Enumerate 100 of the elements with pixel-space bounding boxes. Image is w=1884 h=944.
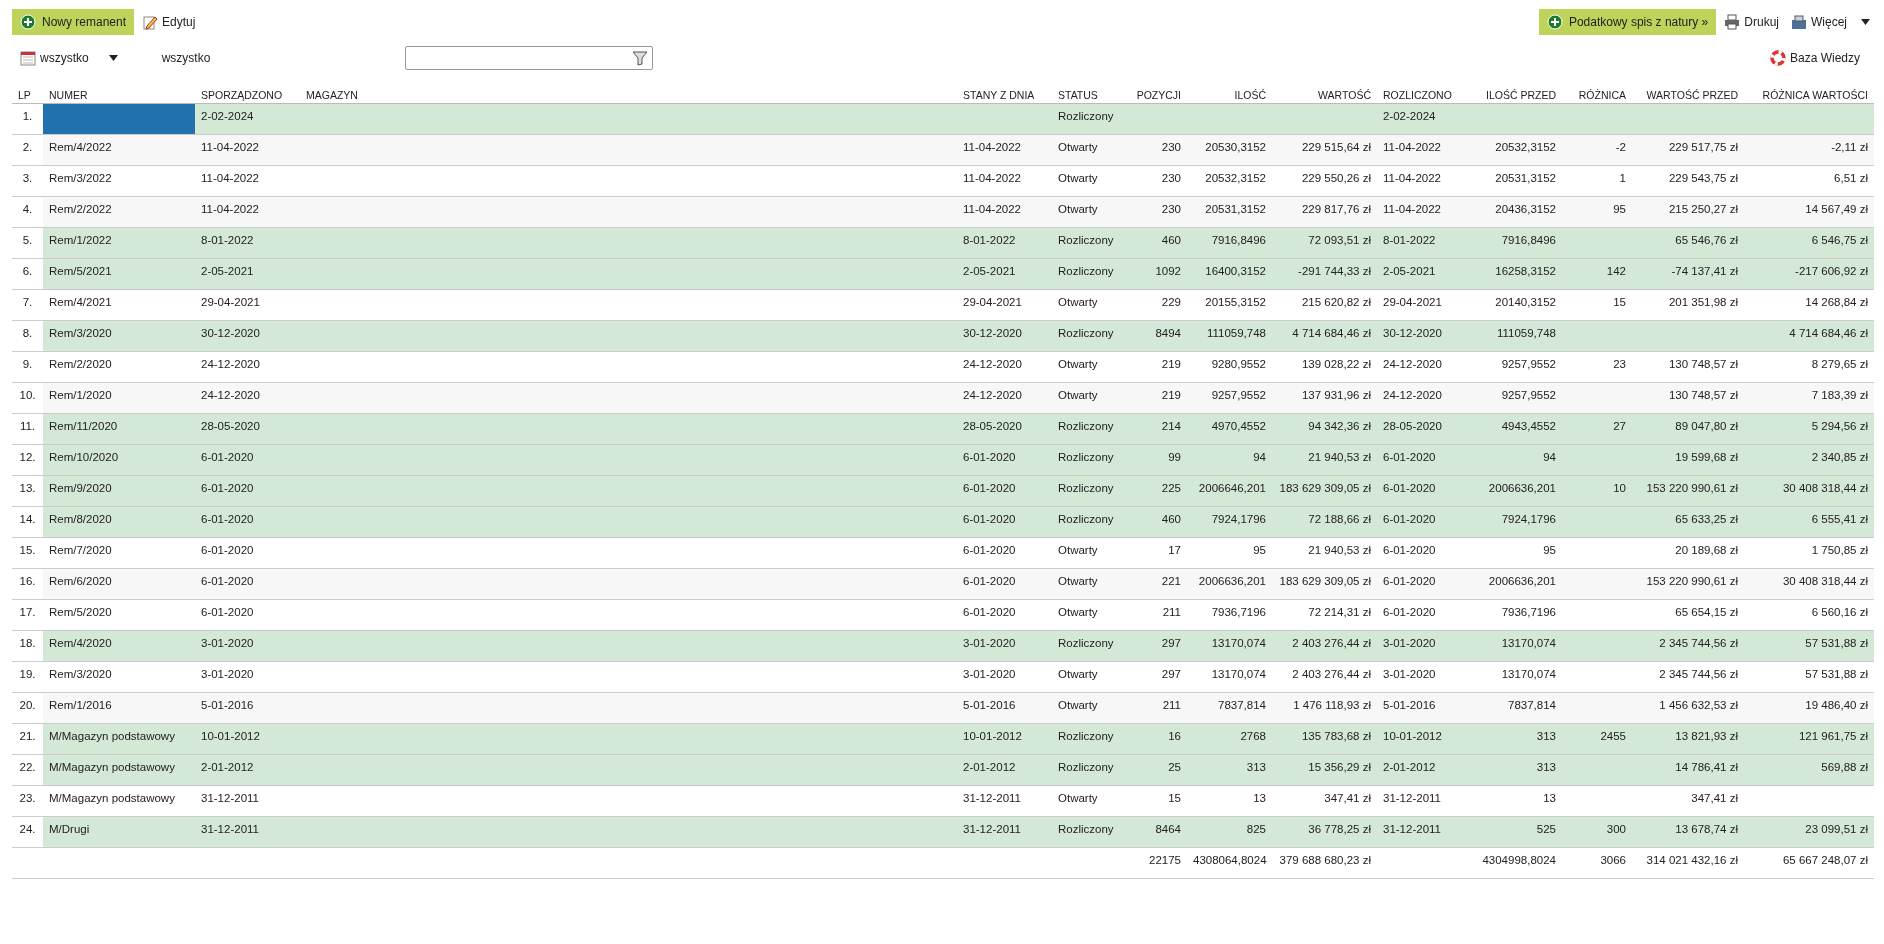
- column-header: RÓŻNICA WARTOŚCI: [1761, 89, 1869, 103]
- table-cell: 89 047,80 zł: [1632, 414, 1744, 444]
- table-row[interactable]: 9. Rem/2/2020 24-12-2020 24-12-2020 Otwarty 219 9280,9552 139 028,22 zł 24-12-2020 9257,9552 23 130 748,57 zł 8 279,65 zł: [12, 352, 1874, 383]
- table-cell: 94: [1187, 445, 1272, 475]
- table-cell: Rozliczony: [1052, 755, 1127, 785]
- table-cell: 9257,9552: [1472, 383, 1562, 413]
- tax-inventory-button[interactable]: Podatkowy spis z natury »: [1538, 9, 1717, 35]
- table-row[interactable]: 10. Rem/1/2020 24-12-2020 24-12-2020 Otwarty 219 9257,9552 137 931,96 zł 24-12-2020 9257,9552 130 748,57 zł 7 183,39 zł: [12, 383, 1874, 414]
- edit-button[interactable]: Edytuj: [138, 9, 200, 35]
- table-cell: Rem/4/2020: [43, 631, 195, 661]
- table-cell: -217 606,92 zł: [1744, 259, 1874, 289]
- table-cell: 8494: [1127, 321, 1187, 351]
- table-cell: Rem/1/2016: [43, 693, 195, 723]
- table-cell: -291 744,33 zł: [1272, 259, 1377, 289]
- table-cell: 13 678,74 zł: [1632, 817, 1744, 847]
- table-row[interactable]: 24. M/Drugi 31-12-2011 31-12-2011 Rozliczony 8464 825 36 778,25 zł 31-12-2011 525 300 13 678,74 zł 23 099,51 zł: [12, 817, 1874, 848]
- table-cell: Rem/4/2022: [43, 135, 195, 165]
- table-cell: 19 599,68 zł: [1632, 445, 1744, 475]
- table-cell: 15 356,29 zł: [1272, 755, 1377, 785]
- table-cell: Rem/5/2021: [43, 259, 195, 289]
- table-row[interactable]: 1. 2-02-2024 Rozliczony 2-02-2024: [12, 104, 1874, 135]
- table-cell: 2 345 744,56 zł: [1632, 631, 1744, 661]
- table-cell: 11-04-2022: [957, 135, 1052, 165]
- table-cell: Rozliczony: [1052, 228, 1127, 258]
- table-row[interactable]: 8. Rem/3/2020 30-12-2020 30-12-2020 Rozliczony 8494 111059,748 4 714 684,46 zł 30-12-2020 111059,748 4 714 684,46 zł: [12, 321, 1874, 352]
- table-cell: 65 546,76 zł: [1632, 228, 1744, 258]
- table-cell: 313: [1472, 755, 1562, 785]
- table-cell: 72 093,51 zł: [1272, 228, 1377, 258]
- table-row[interactable]: 20. Rem/1/2016 5-01-2016 5-01-2016 Otwarty 211 7837,814 1 476 118,93 zł 5-01-2016 7837,814 1 456 632,53 zł 19 486,40 zł: [12, 693, 1874, 724]
- table-cell: 825: [1187, 817, 1272, 847]
- table-row[interactable]: 21. M/Magazyn podstawowy 10-01-2012 10-01-2012 Rozliczony 16 2768 135 783,68 zł 10-01-2012 313 2455 13 821,93 zł 121 961,75 zł: [12, 724, 1874, 755]
- table-row[interactable]: 2. Rem/4/2022 11-04-2022 11-04-2022 Otwarty 230 20530,3152 229 515,64 zł 11-04-2022 20532,3152 -2 229 517,75 zł -2,11 zł: [12, 135, 1874, 166]
- table-cell: 1 476 118,93 zł: [1272, 693, 1377, 723]
- table-cell: 214: [1127, 414, 1187, 444]
- table-cell: M/Magazyn podstawowy: [43, 724, 195, 754]
- table-row[interactable]: 17. Rem/5/2020 6-01-2020 6-01-2020 Otwarty 211 7936,7196 72 214,31 zł 6-01-2020 7936,7196 65 654,15 zł 6 560,16 zł: [12, 600, 1874, 631]
- table-cell: Rem/6/2020: [43, 569, 195, 599]
- table-cell: 8-01-2022: [957, 228, 1052, 258]
- table-cell: 5 294,56 zł: [1744, 414, 1874, 444]
- table-cell: 2006636,201: [1187, 569, 1272, 599]
- print-button[interactable]: Drukuj: [1720, 9, 1783, 35]
- table-cell: 31-12-2011: [195, 817, 300, 847]
- table-row[interactable]: 14. Rem/8/2020 6-01-2020 6-01-2020 Rozliczony 460 7924,1796 72 188,66 zł 6-01-2020 7924,1796 65 633,25 zł 6 555,41 zł: [12, 507, 1874, 538]
- table-cell: 16258,3152: [1472, 259, 1562, 289]
- table-row[interactable]: 6. Rem/5/2021 2-05-2021 2-05-2021 Rozliczony 1092 16400,3152 -291 744,33 zł 2-05-2021 16258,3152 142 -74 137,41 zł -217 606,92 zł: [12, 259, 1874, 290]
- table-row[interactable]: 18. Rem/4/2020 3-01-2020 3-01-2020 Rozliczony 297 13170,074 2 403 276,44 zł 3-01-2020 13170,074 2 345 744,56 zł 57 531,88 zł: [12, 631, 1874, 662]
- table-row[interactable]: 11. Rem/11/2020 28-05-2020 28-05-2020 Rozliczony 214 4970,4552 94 342,36 zł 28-05-2020 4943,4552 27 89 047,80 zł 5 294,56 zł: [12, 414, 1874, 445]
- table-cell: 569,88 zł: [1744, 755, 1874, 785]
- table-cell: 2006636,201: [1472, 569, 1562, 599]
- table-row[interactable]: 16. Rem/6/2020 6-01-2020 6-01-2020 Otwarty 221 2006636,201 183 629 309,05 zł 6-01-2020 2006636,201 153 220 990,61 zł 30 408 318,44 zł: [12, 569, 1874, 600]
- new-inventory-button[interactable]: Nowy remanent: [12, 9, 135, 35]
- table-cell: 14 786,41 zł: [1632, 755, 1744, 785]
- period-dropdown[interactable]: wszystko: [16, 45, 122, 71]
- table-cell: Rem/9/2020: [43, 476, 195, 506]
- table-cell: 7924,1796: [1187, 507, 1272, 537]
- table-cell: 4943,4552: [1472, 414, 1562, 444]
- table-cell: 65 633,25 zł: [1632, 507, 1744, 537]
- table-cell: 6 546,75 zł: [1744, 228, 1874, 258]
- table-cell: 57 531,88 zł: [1744, 631, 1874, 661]
- table-cell: 10: [1562, 476, 1632, 506]
- more-button[interactable]: Więcej: [1787, 9, 1874, 35]
- table-row[interactable]: 19. Rem/3/2020 3-01-2020 3-01-2020 Otwarty 297 13170,074 2 403 276,44 zł 3-01-2020 13170,074 2 345 744,56 zł 57 531,88 zł: [12, 662, 1874, 693]
- table-row[interactable]: 23. M/Magazyn podstawowy 31-12-2011 31-12-2011 Otwarty 15 13 347,41 zł 31-12-2011 13 347,41 zł: [12, 786, 1874, 817]
- table-cell: 6-01-2020: [1377, 569, 1472, 599]
- table-cell: Rozliczony: [1052, 507, 1127, 537]
- table-row[interactable]: 22. M/Magazyn podstawowy 2-01-2012 2-01-2012 Rozliczony 25 313 15 356,29 zł 2-01-2012 313 14 786,41 zł 569,88 zł: [12, 755, 1874, 786]
- table-cell: 3-01-2020: [1377, 631, 1472, 661]
- table-cell: Rem/3/2020: [43, 321, 195, 351]
- table-cell: Otwarty: [1052, 135, 1127, 165]
- table-cell: 99: [1127, 445, 1187, 475]
- knowledge-base-link[interactable]: Baza Wiedzy: [1765, 45, 1864, 71]
- table-cell: 7837,814: [1472, 693, 1562, 723]
- table-cell: Rem/1/2020: [43, 383, 195, 413]
- table-cell: 142: [1562, 259, 1632, 289]
- table-cell: 14 567,49 zł: [1744, 197, 1874, 227]
- table-cell: 94 342,36 zł: [1272, 414, 1377, 444]
- table-cell: 2-01-2012: [1377, 755, 1472, 785]
- plus-circle-icon: [1546, 14, 1563, 30]
- table-row[interactable]: 5. Rem/1/2022 8-01-2022 8-01-2022 Rozliczony 460 7916,8496 72 093,51 zł 8-01-2022 7916,8496 65 546,76 zł 6 546,75 zł: [12, 228, 1874, 259]
- table-row[interactable]: 15. Rem/7/2020 6-01-2020 6-01-2020 Otwarty 17 95 21 940,53 zł 6-01-2020 95 20 189,68 zł 1 750,85 zł: [12, 538, 1874, 569]
- table-row[interactable]: 13. Rem/9/2020 6-01-2020 6-01-2020 Rozliczony 225 2006646,201 183 629 309,05 zł 6-01-2020 2006636,201 10 153 220 990,61 zł 30 408 318,44 zł: [12, 476, 1874, 507]
- column-header: STATUS: [1057, 89, 1099, 103]
- table-cell: Rem/10/2020: [43, 445, 195, 475]
- table-cell: 20436,3152: [1472, 197, 1562, 227]
- table-row[interactable]: 12. Rem/10/2020 6-01-2020 6-01-2020 Rozliczony 99 94 21 940,53 zł 6-01-2020 94 19 599,68 zł 2 340,85 zł: [12, 445, 1874, 476]
- table-cell: 7916,8496: [1187, 228, 1272, 258]
- table-cell: 25: [1127, 755, 1187, 785]
- table-cell: 8464: [1127, 817, 1187, 847]
- search-field[interactable]: [405, 46, 654, 70]
- table-cell: 24-12-2020: [1377, 383, 1472, 413]
- table-cell: 2-05-2021: [195, 259, 300, 289]
- table-row[interactable]: 7. Rem/4/2021 29-04-2021 29-04-2021 Otwarty 229 20155,3152 215 620,82 zł 29-04-2021 20140,3152 15 201 351,98 zł 14 268,84 zł: [12, 290, 1874, 321]
- table-cell: 111059,748: [1472, 321, 1562, 351]
- printer-icon: [1724, 14, 1741, 30]
- table-cell: 460: [1127, 507, 1187, 537]
- table-row[interactable]: 3. Rem/3/2022 11-04-2022 11-04-2022 Otwarty 230 20532,3152 229 550,26 zł 11-04-2022 20531,3152 1 229 543,75 zł 6,51 zł: [12, 166, 1874, 197]
- table-cell: 6-01-2020: [1377, 445, 1472, 475]
- table-row[interactable]: 4. Rem/2/2022 11-04-2022 11-04-2022 Otwarty 230 20531,3152 229 817,76 zł 11-04-2022 20436,3152 95 215 250,27 zł 14 567,49 zł: [12, 197, 1874, 228]
- table-cell: 6-01-2020: [957, 445, 1052, 475]
- table-cell: 31-12-2011: [957, 817, 1052, 847]
